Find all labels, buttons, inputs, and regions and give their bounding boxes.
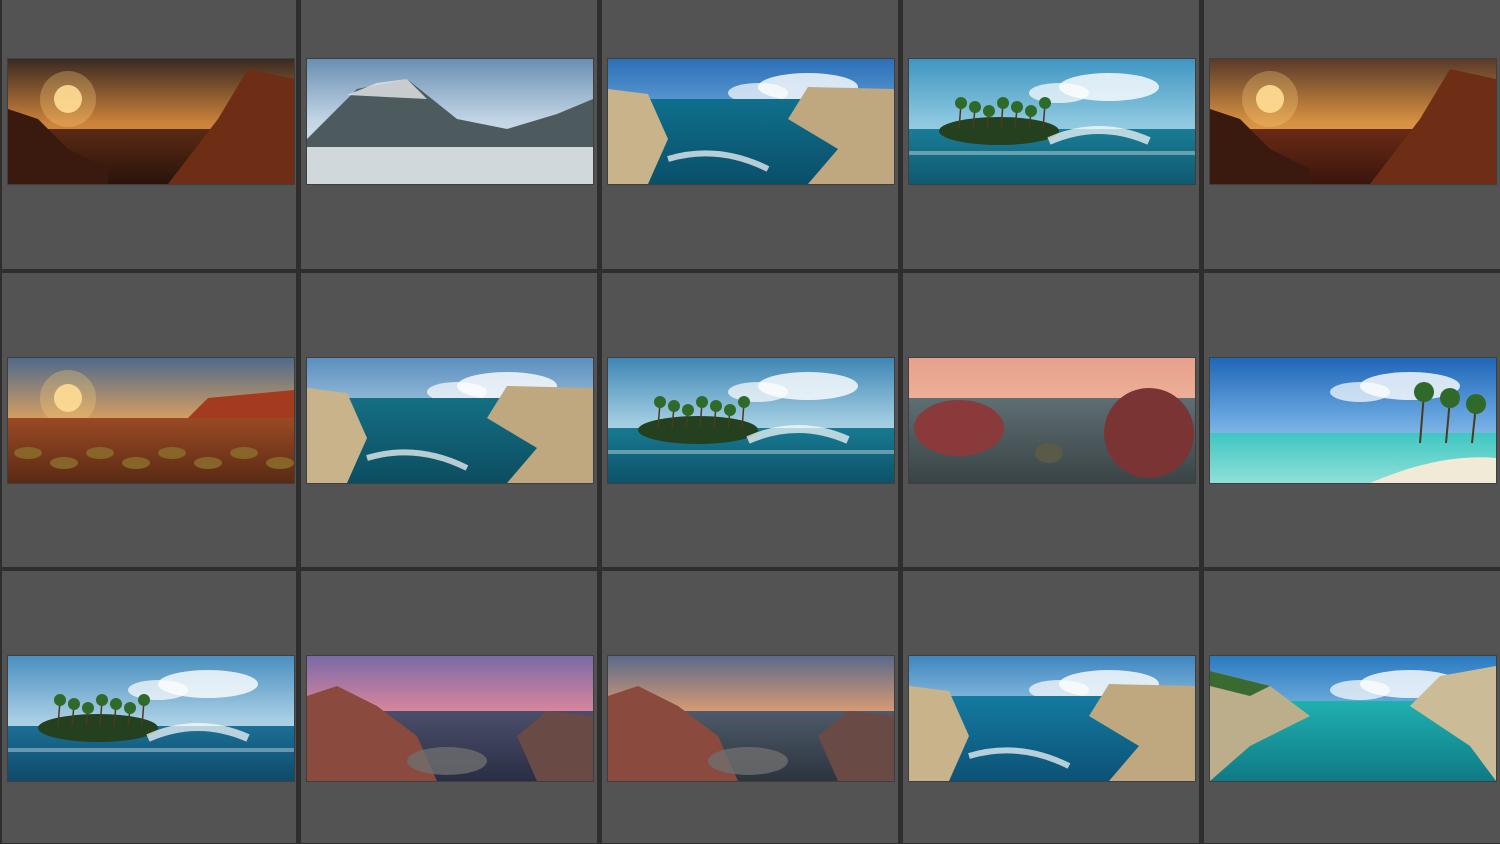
- grid-cell[interactable]: [301, 571, 597, 843]
- grid-cell[interactable]: [903, 273, 1199, 567]
- grid-cell[interactable]: [903, 571, 1199, 843]
- grid-cell[interactable]: [1204, 0, 1500, 269]
- grid-cell[interactable]: [301, 0, 597, 269]
- grid-cell[interactable]: [301, 273, 597, 567]
- grid-cell[interactable]: [2, 571, 296, 843]
- grid-cell[interactable]: [602, 0, 898, 269]
- thumbnail-island-horizon[interactable]: [607, 357, 895, 484]
- grid-cell[interactable]: [1204, 273, 1500, 567]
- grid-cell[interactable]: [2, 273, 296, 567]
- thumbnail-desert-sunset[interactable]: [7, 357, 295, 484]
- thumbnail-tropical-beach[interactable]: [1209, 357, 1497, 484]
- thumbnail-sea-cliffs[interactable]: [607, 58, 895, 185]
- grid-cell[interactable]: [1204, 571, 1500, 843]
- thumbnail-mountain-fog[interactable]: [306, 58, 594, 185]
- thumbnail-rocky-shore-dusk[interactable]: [607, 655, 895, 782]
- grid-cell[interactable]: [602, 273, 898, 567]
- thumbnail-arch-cliff-sea[interactable]: [908, 655, 1196, 782]
- grid-cell[interactable]: [602, 571, 898, 843]
- thumbnail-turquoise-cove[interactable]: [1209, 655, 1497, 782]
- thumbnail-palm-shore-waves[interactable]: [7, 655, 295, 782]
- thumbnail-canyon-sunset[interactable]: [7, 58, 295, 185]
- thumbnail-cliff-coast[interactable]: [306, 357, 594, 484]
- thumbnail-grid: [0, 0, 1500, 844]
- thumbnail-pink-sunset-rocks[interactable]: [306, 655, 594, 782]
- thumbnail-palm-island-wave[interactable]: [908, 58, 1196, 185]
- grid-cell[interactable]: [903, 0, 1199, 269]
- grid-cell[interactable]: [2, 0, 296, 269]
- thumbnail-red-boulders-lake[interactable]: [908, 357, 1196, 484]
- thumbnail-canyon-sunburst[interactable]: [1209, 58, 1497, 185]
